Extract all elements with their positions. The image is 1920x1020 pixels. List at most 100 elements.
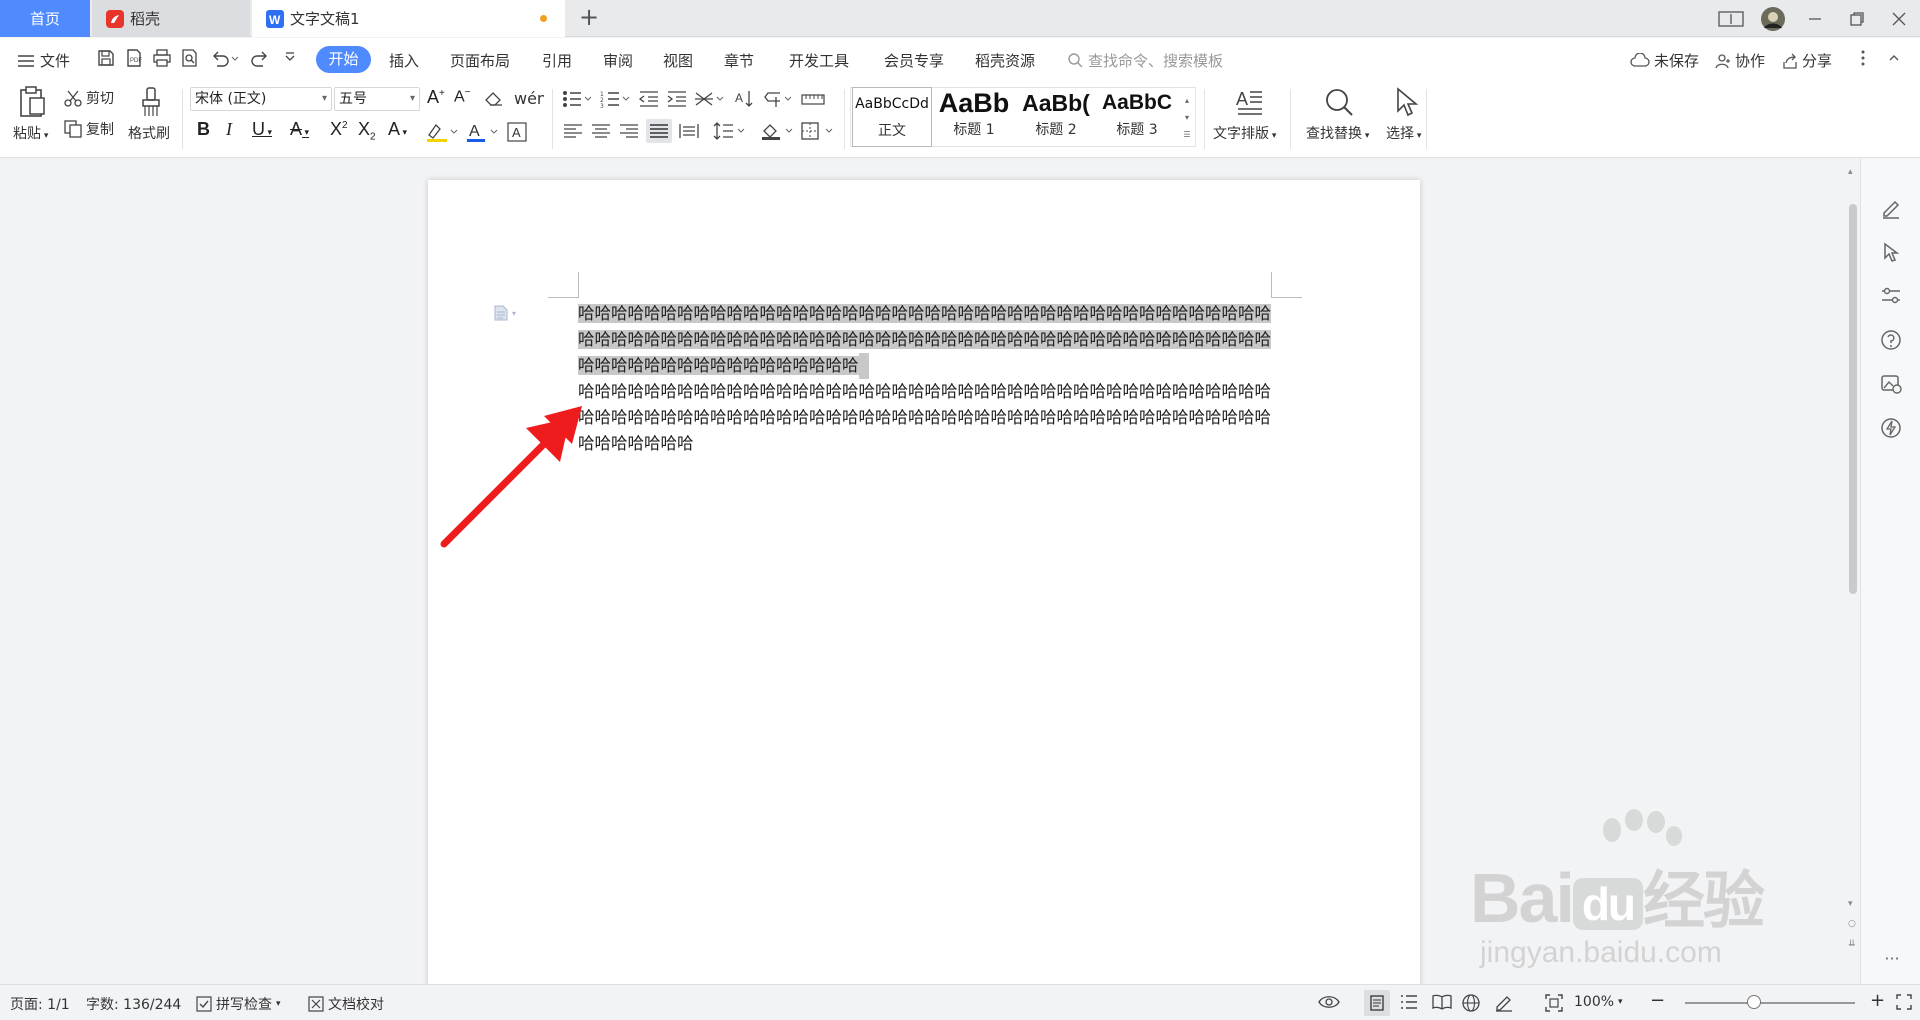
ruler-icon[interactable] — [800, 89, 826, 109]
avatar[interactable] — [1752, 0, 1794, 37]
subscript-button[interactable]: X2 — [358, 119, 376, 143]
next-page-icon[interactable]: ⇊ — [1848, 939, 1856, 949]
image-tools-icon[interactable] — [1880, 373, 1904, 397]
tab-daoke-resources[interactable]: 稻壳资源 — [975, 50, 1035, 71]
find-replace-icon[interactable] — [1322, 85, 1356, 119]
window-layout-icon[interactable] — [1710, 0, 1752, 37]
style-scroll-icon[interactable]: ▴ ▾ ☰ — [1180, 89, 1194, 145]
prev-page-icon[interactable]: ○ — [1848, 919, 1856, 929]
print-icon[interactable] — [152, 48, 172, 68]
strikethrough-button[interactable]: A ▾ — [290, 119, 309, 140]
lightning-icon[interactable] — [1880, 417, 1904, 441]
select-cursor-icon[interactable] — [1390, 85, 1424, 119]
chinese-layout-icon[interactable] — [694, 89, 724, 109]
collapse-ribbon-icon[interactable] — [1886, 50, 1902, 66]
cut-button[interactable]: 剪切 — [64, 88, 114, 108]
tab-document[interactable]: W 文字文稿1 — [252, 0, 565, 37]
align-center-icon[interactable] — [590, 121, 612, 141]
help-icon[interactable] — [1880, 329, 1904, 353]
sort-icon[interactable]: A — [734, 89, 756, 109]
style-heading-1[interactable]: AaBb 标题 1 — [934, 87, 1014, 147]
superscript-button[interactable]: X2 — [330, 119, 348, 140]
command-search[interactable]: 查找命令、搜索模板 — [1068, 50, 1223, 71]
tab-insert[interactable]: 插入 — [389, 50, 419, 71]
write-mode-icon[interactable] — [1494, 994, 1514, 1012]
save-icon[interactable] — [96, 48, 116, 68]
tab-references[interactable]: 引用 — [542, 50, 572, 71]
paragraph-menu[interactable]: ▾ — [494, 305, 516, 321]
find-replace-button[interactable]: 查找替换 ▾ — [1306, 123, 1369, 143]
grow-font-icon[interactable]: A+ — [427, 87, 445, 108]
borders-icon[interactable] — [800, 121, 834, 141]
sidebar-more-icon[interactable]: ··· — [1880, 949, 1904, 973]
style-heading-2[interactable]: AaBb( 标题 2 — [1016, 87, 1096, 147]
show-marks-icon[interactable] — [762, 89, 792, 109]
text-layout-button[interactable]: 文字排版 ▾ — [1213, 123, 1276, 143]
italic-button[interactable]: I — [226, 119, 232, 140]
bold-button[interactable]: B — [197, 119, 210, 140]
style-heading-3[interactable]: AaBbC 标题 3 — [1098, 87, 1176, 147]
word-count[interactable]: 字数: 136/244 — [86, 994, 181, 1014]
tab-daoke[interactable]: 稻壳 — [92, 0, 250, 37]
format-painter-icon[interactable] — [136, 85, 166, 119]
bullet-list-icon[interactable] — [562, 89, 592, 109]
share-button[interactable]: 分享 — [1782, 50, 1832, 71]
tab-view[interactable]: 视图 — [663, 50, 693, 71]
reading-view-icon[interactable] — [1432, 994, 1452, 1010]
settings-sliders-icon[interactable] — [1880, 285, 1904, 309]
outline-view-icon[interactable] — [1400, 994, 1418, 1010]
restore-button[interactable] — [1836, 0, 1878, 37]
char-border-icon[interactable]: A — [506, 121, 528, 143]
paste-button[interactable]: 粘贴 ▾ — [13, 123, 48, 143]
zoom-level[interactable]: 100% ▾ — [1574, 994, 1623, 1010]
page-view-icon[interactable] — [1364, 990, 1390, 1016]
select-pointer-icon[interactable] — [1880, 241, 1904, 265]
style-normal[interactable]: AaBbCcDd 正文 — [852, 87, 932, 147]
align-left-icon[interactable] — [562, 121, 584, 141]
pen-edit-icon[interactable] — [1880, 197, 1904, 221]
distribute-icon[interactable] — [678, 121, 700, 141]
web-view-icon[interactable] — [1462, 994, 1480, 1012]
phonetic-guide-icon[interactable]: wén — [512, 88, 546, 108]
collaborate-button[interactable]: 协作 — [1715, 50, 1765, 71]
clear-format-icon[interactable] — [484, 90, 504, 108]
fit-page-icon[interactable] — [1545, 994, 1563, 1012]
more-options-icon[interactable] — [1857, 48, 1869, 68]
file-menu[interactable]: 文件 — [18, 50, 70, 71]
underline-button[interactable]: U ▾ — [252, 119, 272, 140]
shading-icon[interactable] — [760, 121, 794, 141]
line-spacing-icon[interactable] — [712, 121, 746, 141]
tab-review[interactable]: 审阅 — [603, 50, 633, 71]
print-preview-icon[interactable] — [180, 48, 200, 68]
selected-paragraph[interactable]: 哈哈哈哈哈哈哈哈哈哈哈哈哈哈哈哈哈哈哈哈哈哈哈哈哈哈哈哈哈哈哈哈哈哈哈哈哈哈哈哈… — [578, 304, 1271, 375]
export-pdf-icon[interactable]: PDF — [124, 48, 144, 68]
close-button[interactable] — [1878, 0, 1920, 37]
zoom-in-button[interactable]: + — [1870, 990, 1885, 1011]
text-effect-button[interactable]: A ▾ — [388, 119, 407, 140]
undo-icon[interactable] — [210, 48, 240, 68]
unsaved-status[interactable]: 未保存 — [1630, 50, 1699, 71]
highlight-color-icon[interactable] — [426, 121, 458, 143]
vertical-scrollbar[interactable]: ▴ ▾ ○ ⇊ — [1846, 159, 1860, 984]
format-painter-label[interactable]: 格式刷 — [128, 123, 170, 143]
document-body[interactable]: 哈哈哈哈哈哈哈哈哈哈哈哈哈哈哈哈哈哈哈哈哈哈哈哈哈哈哈哈哈哈哈哈哈哈哈哈哈哈哈哈… — [578, 301, 1272, 457]
tab-home-ribbon[interactable]: 开始 — [316, 46, 371, 73]
scroll-down-icon[interactable]: ▾ — [1848, 899, 1853, 909]
zoom-out-button[interactable]: − — [1650, 990, 1665, 1011]
tab-developer[interactable]: 开发工具 — [789, 50, 849, 71]
copy-button[interactable]: 复制 — [64, 119, 114, 139]
text-layout-icon[interactable]: A — [1232, 85, 1266, 119]
normal-paragraph[interactable]: 哈哈哈哈哈哈哈哈哈哈哈哈哈哈哈哈哈哈哈哈哈哈哈哈哈哈哈哈哈哈哈哈哈哈哈哈哈哈哈哈… — [578, 382, 1271, 453]
zoom-slider-knob[interactable] — [1747, 995, 1761, 1009]
select-button[interactable]: 选择 ▾ — [1386, 123, 1421, 143]
tab-home[interactable]: 首页 — [0, 0, 90, 37]
paste-icon[interactable] — [16, 85, 50, 119]
justify-icon[interactable] — [646, 119, 672, 143]
tab-chapter[interactable]: 章节 — [724, 50, 754, 71]
new-tab-button[interactable]: + — [576, 5, 602, 31]
increase-indent-icon[interactable] — [666, 89, 688, 109]
font-size-select[interactable]: 五号 ▾ — [334, 87, 420, 111]
font-name-select[interactable]: 宋体 (正文) ▾ — [190, 87, 332, 111]
document-page[interactable]: ▾ 哈哈哈哈哈哈哈哈哈哈哈哈哈哈哈哈哈哈哈哈哈哈哈哈哈哈哈哈哈哈哈哈哈哈哈哈哈哈… — [428, 180, 1420, 984]
spellcheck-button[interactable]: 拼写检查 ▾ — [196, 994, 281, 1014]
